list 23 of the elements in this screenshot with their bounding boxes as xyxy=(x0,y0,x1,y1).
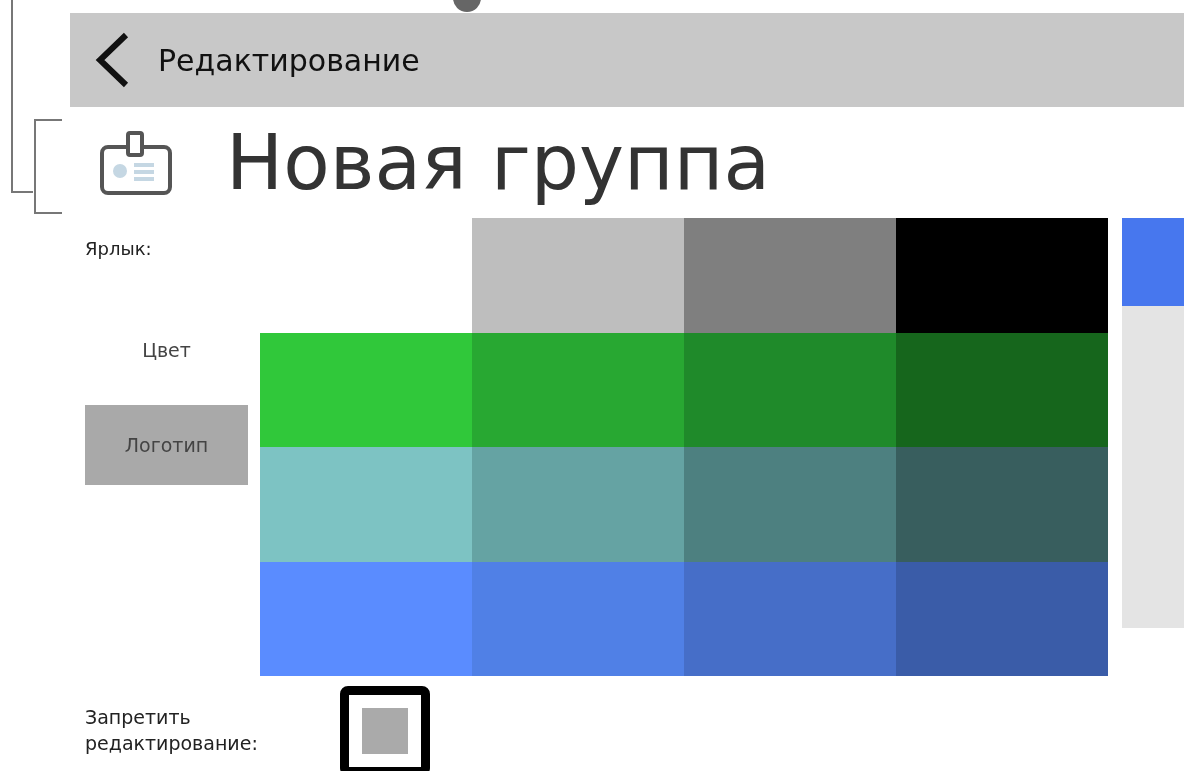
color-swatch[interactable] xyxy=(684,332,896,447)
color-swatch[interactable] xyxy=(684,447,896,562)
id-card-icon xyxy=(100,130,172,195)
color-swatch[interactable] xyxy=(472,561,684,676)
color-swatch[interactable] xyxy=(472,447,684,562)
header-title: Редактирование xyxy=(158,42,420,78)
color-swatch[interactable] xyxy=(684,561,896,676)
color-swatch[interactable] xyxy=(896,561,1108,676)
color-swatch[interactable] xyxy=(260,561,472,676)
label-caption: Ярлык: xyxy=(85,238,153,261)
tab[interactable]: Цвет xyxy=(85,310,248,390)
lock-checkbox[interactable] xyxy=(340,686,430,771)
tab[interactable]: Логотип xyxy=(85,405,248,485)
color-swatch[interactable] xyxy=(472,332,684,447)
color-swatch[interactable] xyxy=(260,447,472,562)
color-swatch[interactable] xyxy=(684,218,896,333)
color-swatch[interactable] xyxy=(260,332,472,447)
color-swatch[interactable] xyxy=(896,332,1108,447)
lock-label: Запретить редактирование: xyxy=(85,705,259,756)
color-swatch[interactable] xyxy=(472,218,684,333)
color-swatch[interactable] xyxy=(896,218,1108,333)
color-swatch[interactable] xyxy=(896,447,1108,562)
back-icon[interactable] xyxy=(94,31,130,89)
